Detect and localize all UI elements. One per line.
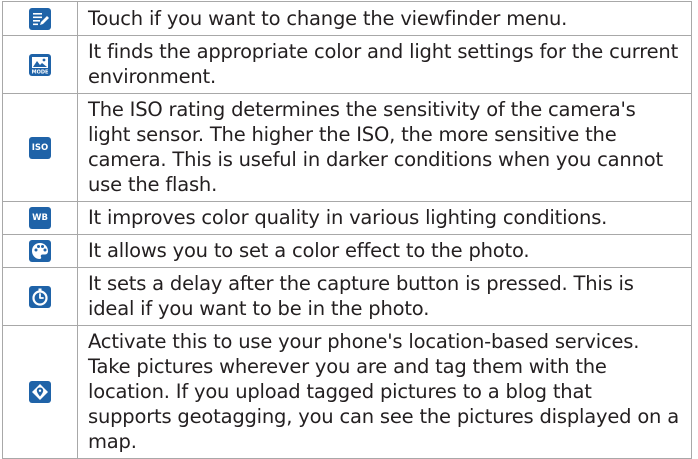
svg-text:MODE: MODE — [32, 69, 49, 75]
scene-mode-icon: MODE — [29, 53, 51, 76]
color-effect-icon — [29, 240, 51, 262]
table-row: ISO The ISO rating determines the sensit… — [2, 93, 692, 202]
icon-cell — [2, 234, 78, 268]
table-row: MODE It finds the appropriate color and … — [2, 35, 692, 94]
white-balance-icon: WB — [29, 207, 51, 229]
timer-icon — [29, 285, 51, 308]
row-description: It improves color quality in various lig… — [77, 201, 692, 235]
icon-cell: MODE — [2, 35, 78, 94]
geotag-icon — [29, 381, 51, 403]
row-description: It finds the appropriate color and light… — [77, 35, 692, 94]
icon-cell — [2, 1, 78, 36]
iso-icon: ISO — [29, 136, 51, 159]
icon-cell: WB — [2, 201, 78, 235]
icon-cell — [2, 325, 78, 459]
camera-settings-table: Touch if you want to change the viewfind… — [2, 1, 692, 459]
row-description: Touch if you want to change the viewfind… — [77, 1, 692, 36]
icon-cell — [2, 267, 78, 326]
row-description: Activate this to use your phone's locati… — [77, 325, 692, 459]
table-row: It sets a delay after the capture button… — [2, 267, 692, 326]
icon-cell: ISO — [2, 93, 78, 202]
row-description: It sets a delay after the capture button… — [77, 267, 692, 326]
table-row: It allows you to set a color effect to t… — [2, 234, 692, 268]
table-row: Activate this to use your phone's locati… — [2, 325, 692, 459]
viewfinder-menu-icon — [29, 7, 51, 30]
table-row: Touch if you want to change the viewfind… — [2, 1, 692, 36]
row-description: The ISO rating determines the sensitivit… — [77, 93, 692, 202]
row-description: It allows you to set a color effect to t… — [77, 234, 692, 268]
table-row: WB It improves color quality in various … — [2, 201, 692, 235]
